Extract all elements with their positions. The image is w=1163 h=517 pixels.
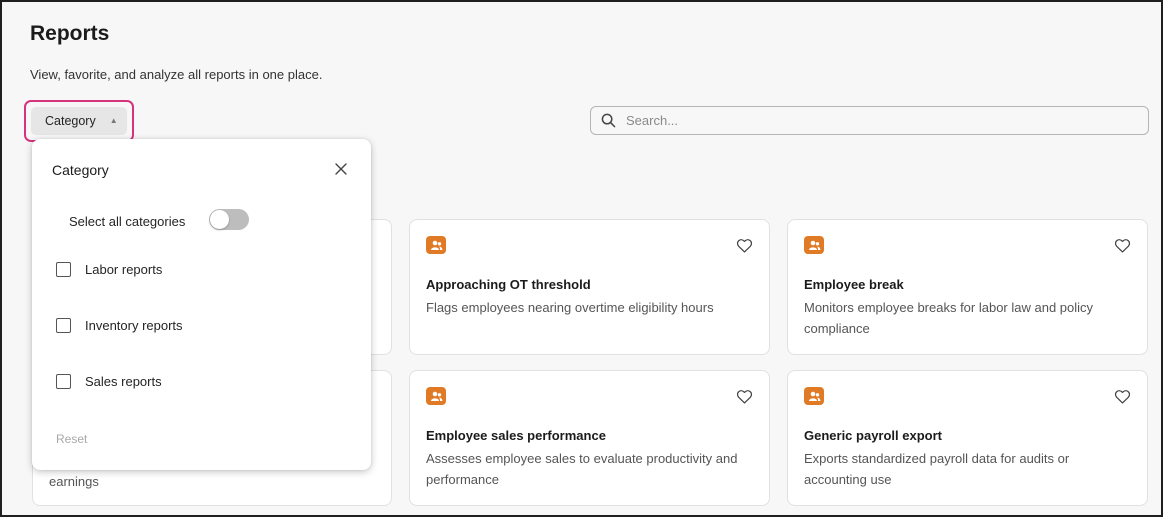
reports-page: Reports View, favorite, and analyze all … — [0, 0, 1163, 517]
category-dropdown: Category Select all categories Labor rep… — [32, 139, 371, 470]
category-option-labor[interactable]: Labor reports — [56, 259, 162, 279]
favorite-heart-icon[interactable] — [736, 238, 753, 253]
reset-button[interactable]: Reset — [56, 432, 87, 446]
option-label: Sales reports — [85, 373, 162, 389]
card-title: Approaching OT threshold — [426, 277, 591, 292]
people-icon — [426, 387, 446, 405]
search-input[interactable]: Search... — [590, 106, 1149, 135]
page-title: Reports — [30, 22, 110, 45]
toggle-knob — [210, 210, 229, 229]
close-icon[interactable] — [333, 161, 349, 177]
card-title: Employee sales performance — [426, 428, 606, 443]
category-filter-button[interactable]: Category ▲ — [31, 107, 127, 135]
favorite-heart-icon[interactable] — [1114, 389, 1131, 404]
option-label: Inventory reports — [85, 317, 183, 333]
search-placeholder: Search... — [626, 113, 679, 128]
card-description: Monitors employee breaks for labor law a… — [804, 300, 1094, 336]
card-description: Flags employees nearing overtime eligibi… — [426, 300, 714, 315]
category-option-sales[interactable]: Sales reports — [56, 371, 162, 391]
card-description: Exports standardized payroll data for au… — [804, 451, 1070, 487]
card-title: Employee break — [804, 277, 904, 292]
chevron-up-icon: ▲ — [109, 115, 118, 125]
people-icon — [804, 236, 824, 254]
report-card[interactable]: Approaching OT threshold Flags employees… — [409, 219, 770, 355]
category-button-label: Category — [45, 114, 96, 128]
report-card[interactable]: Employee sales performance Assesses empl… — [409, 370, 770, 506]
checkbox[interactable] — [56, 261, 71, 277]
search-icon — [601, 113, 616, 128]
report-card[interactable]: Employee break Monitors employee breaks … — [787, 219, 1148, 355]
favorite-heart-icon[interactable] — [1114, 238, 1131, 253]
option-label: Labor reports — [85, 261, 163, 277]
dropdown-title: Category — [52, 162, 109, 178]
select-all-toggle[interactable] — [209, 209, 249, 230]
people-icon — [426, 236, 446, 254]
checkbox[interactable] — [56, 373, 71, 389]
card-description: earnings — [49, 474, 99, 489]
select-all-label: Select all categories — [69, 214, 186, 229]
card-title: Generic payroll export — [804, 428, 942, 443]
checkbox[interactable] — [56, 317, 71, 333]
favorite-heart-icon[interactable] — [736, 389, 753, 404]
page-subtitle: View, favorite, and analyze all reports … — [30, 67, 323, 82]
people-icon — [804, 387, 824, 405]
category-option-inventory[interactable]: Inventory reports — [56, 315, 183, 335]
report-card[interactable]: Generic payroll export Exports standardi… — [787, 370, 1148, 506]
card-description: Assesses employee sales to evaluate prod… — [426, 451, 738, 487]
